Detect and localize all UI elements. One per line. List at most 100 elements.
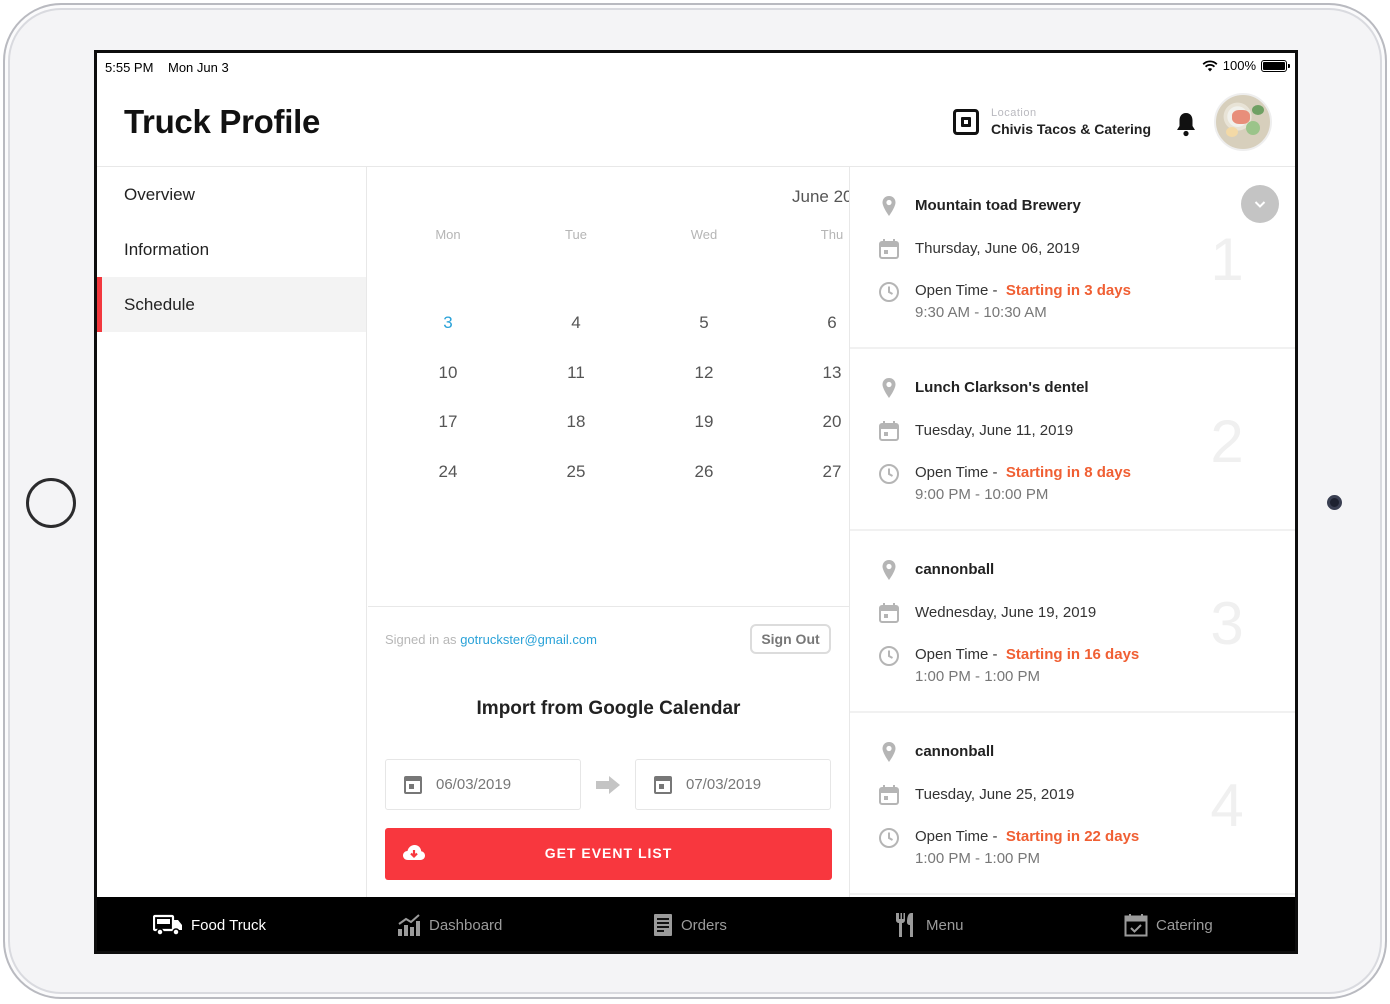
weekday-label: Thu: [820, 227, 844, 242]
tab-label: Dashboard: [429, 916, 503, 934]
tab-catering[interactable]: Catering: [1124, 897, 1213, 951]
end-date-value: 07/03/2019: [686, 776, 762, 793]
sidebar-item-label: Information: [124, 239, 210, 259]
calendar-day[interactable]: 26: [674, 462, 734, 482]
calendar-icon: [879, 239, 899, 259]
location-pin-icon: [882, 378, 896, 398]
event-name: Lunch Clarkson's dentel: [915, 379, 1089, 396]
calendar-icon: [879, 421, 899, 441]
header: Truck Profile Location Chivis Tacos & Ca…: [97, 81, 1295, 167]
calendar-day[interactable]: 11: [546, 363, 606, 383]
bell-icon[interactable]: [1175, 111, 1197, 137]
event-time-range: 9:30 AM - 10:30 AM: [915, 304, 1047, 321]
calendar-day[interactable]: 4: [546, 313, 606, 333]
clock-icon: [879, 282, 899, 302]
signed-in-prefix: Signed in as: [385, 632, 457, 647]
event-date: Wednesday, June 19, 2019: [915, 604, 1097, 621]
receipt-icon: [654, 914, 672, 936]
tab-food-truck[interactable]: Food Truck: [153, 897, 267, 951]
tab-menu[interactable]: Menu: [894, 897, 964, 951]
start-date-value: 06/03/2019: [436, 776, 512, 793]
calendar-day-today[interactable]: 3: [418, 313, 478, 333]
calendar-day[interactable]: 10: [418, 363, 478, 383]
event-index: 2: [1210, 408, 1244, 475]
avatar[interactable]: [1214, 93, 1272, 151]
page-title: Truck Profile: [124, 103, 321, 140]
get-event-list-button[interactable]: GET EVENT LIST: [385, 828, 832, 880]
event-open-time: Open Time - Starting in 3 days: [915, 282, 1131, 299]
signed-in-text: Signed in as gotruckster@gmail.com: [385, 632, 597, 647]
open-time-label: Open Time -: [915, 646, 998, 663]
event-date: Tuesday, June 11, 2019: [915, 422, 1074, 439]
calendar-day[interactable]: 27: [802, 462, 849, 482]
tab-dashboard[interactable]: Dashboard: [397, 897, 503, 951]
calendar-check-icon: [1124, 914, 1148, 937]
event-name: cannonball: [915, 561, 995, 578]
weekday-label: Wed: [690, 227, 718, 242]
weekday-label: Mon: [435, 227, 461, 242]
import-title: Import from Google Calendar: [476, 698, 741, 719]
status-date: Mon Jun 3: [168, 60, 229, 75]
square-logo-icon[interactable]: [953, 109, 979, 135]
calendar-day[interactable]: 6: [802, 313, 849, 333]
event-open-time: Open Time - Starting in 16 days: [915, 646, 1139, 663]
calendar-day[interactable]: 5: [674, 313, 734, 333]
event-open-time: Open Time - Starting in 8 days: [915, 464, 1131, 481]
tab-orders[interactable]: Orders: [653, 897, 727, 951]
event-date: Tuesday, June 25, 2019: [915, 786, 1075, 803]
weekday-label: Tue: [565, 227, 587, 242]
status-right: 100%: [1202, 58, 1290, 73]
tab-label: Orders: [681, 916, 727, 934]
status-time: 5:55 PM: [105, 60, 154, 75]
calendar-icon: [654, 775, 672, 794]
screen: 5:55 PM Mon Jun 3 100% Truck Profile Loc…: [94, 50, 1298, 954]
tab-label: Catering: [1156, 916, 1213, 934]
location-pin-icon: [882, 196, 896, 216]
open-time-label: Open Time -: [915, 464, 998, 481]
calendar-day[interactable]: 20: [802, 412, 849, 432]
event-index: 4: [1210, 772, 1244, 839]
calendar-icon: [879, 603, 899, 623]
sidebar: Overview Information Schedule: [97, 167, 367, 897]
calendar-day[interactable]: 24: [418, 462, 478, 482]
event-name: Mountain toad Brewery: [915, 197, 1081, 214]
calendar-icon: [404, 775, 422, 794]
arrow-right-icon: [596, 776, 620, 794]
home-button[interactable]: [26, 478, 76, 528]
tab-label: Food Truck: [191, 916, 267, 934]
battery-percent: 100%: [1222, 58, 1256, 73]
sidebar-item-schedule[interactable]: Schedule: [97, 277, 366, 332]
start-date-field[interactable]: 06/03/2019: [385, 759, 581, 810]
event-card[interactable]: Mountain toad Brewery Thursday, June 06,…: [850, 167, 1295, 349]
event-countdown: Starting in 16 days: [1005, 646, 1140, 663]
sign-out-button[interactable]: Sign Out: [750, 624, 831, 654]
calendar: June 2019 Mon Tue Wed Thu 3 4 5 6 10 11 …: [368, 167, 849, 607]
calendar-day[interactable]: 17: [418, 412, 478, 432]
tab-bar: Food Truck Dashboard Orders Menu Caterin…: [97, 897, 1295, 951]
event-card[interactable]: Lunch Clarkson's dentel Tuesday, June 11…: [850, 349, 1295, 531]
location-name[interactable]: Chivis Tacos & Catering: [991, 121, 1151, 137]
signed-in-email: gotruckster@gmail.com: [460, 632, 597, 647]
calendar-day[interactable]: 13: [802, 363, 849, 383]
event-open-time: Open Time - Starting in 22 days: [915, 828, 1139, 845]
event-card[interactable]: cannonball Tuesday, June 25, 2019 Open T…: [850, 713, 1295, 895]
clock-icon: [879, 464, 899, 484]
event-time-range: 1:00 PM - 1:00 PM: [915, 668, 1041, 685]
event-card[interactable]: cannonball Wednesday, June 19, 2019 Open…: [850, 531, 1295, 713]
location-label: Location: [991, 107, 1037, 119]
sidebar-item-label: Schedule: [124, 294, 195, 314]
calendar-day[interactable]: 18: [546, 412, 606, 432]
event-countdown: Starting in 22 days: [1005, 828, 1140, 845]
sidebar-item-information[interactable]: Information: [97, 222, 366, 277]
event-index: 1: [1210, 226, 1244, 293]
location-pin-icon: [882, 560, 896, 580]
event-time-range: 1:00 PM - 1:00 PM: [915, 850, 1041, 867]
location-pin-icon: [882, 742, 896, 762]
open-time-label: Open Time -: [915, 828, 998, 845]
calendar-day[interactable]: 19: [674, 412, 734, 432]
calendar-day[interactable]: 12: [674, 363, 734, 383]
event-countdown: Starting in 3 days: [1005, 282, 1131, 299]
end-date-field[interactable]: 07/03/2019: [635, 759, 831, 810]
sidebar-item-overview[interactable]: Overview: [97, 167, 366, 222]
calendar-day[interactable]: 25: [546, 462, 606, 482]
